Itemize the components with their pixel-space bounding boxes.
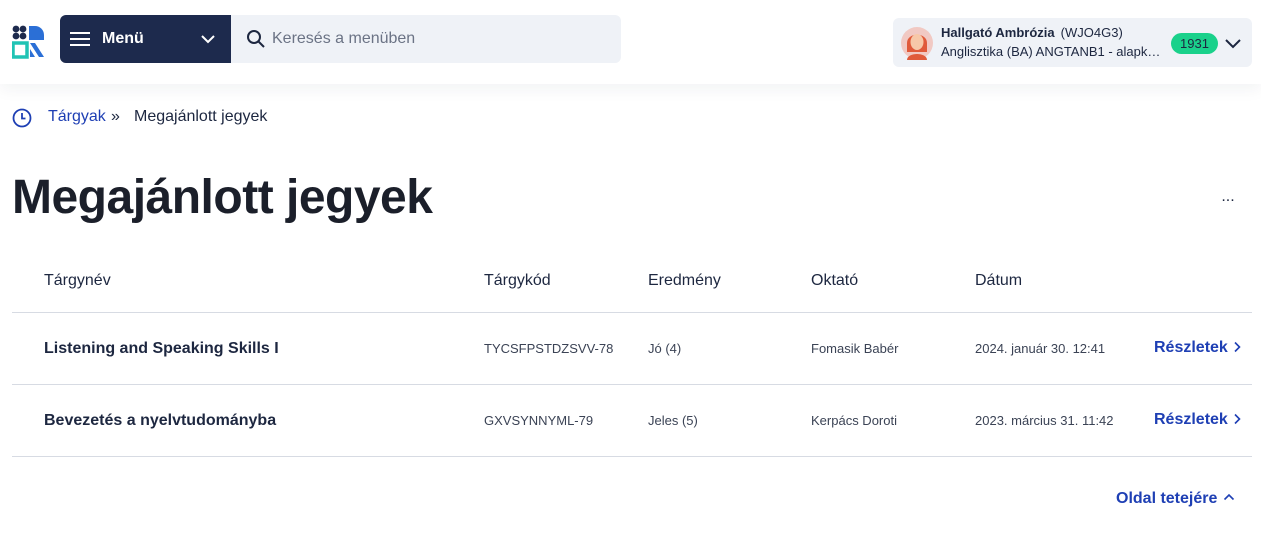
breadcrumb-current: Megajánlott jegyek — [134, 108, 268, 125]
column-header-instructor[interactable]: Oktató — [811, 272, 858, 290]
clock-icon — [12, 108, 32, 128]
user-name-line: Hallgató Ambrózia (WJO4G3) — [941, 25, 1123, 40]
university-logo[interactable] — [12, 25, 46, 59]
chevron-up-icon — [1224, 494, 1235, 501]
instructor: Kerpács Doroti — [811, 413, 897, 428]
column-header-date[interactable]: Dátum — [975, 272, 1022, 290]
details-label: Részletek — [1154, 411, 1228, 428]
instructor: Fomasik Babér — [811, 341, 899, 356]
hamburger-icon — [70, 32, 90, 46]
more-options-button[interactable]: ... — [1218, 188, 1238, 205]
subject-name: Bevezetés a nyelvtudományba — [44, 412, 277, 429]
result: Jó (4) — [648, 341, 682, 356]
offered-grades-table: Tárgynév Tárgykód Eredmény Oktató Dátum … — [12, 252, 1252, 457]
table-row: Bevezetés a nyelvtudományba GXVSYNNYML-7… — [12, 385, 1252, 457]
chevron-down-icon — [201, 35, 215, 44]
user-code: (WJO4G3) — [1060, 25, 1123, 40]
menu-label: Menü — [102, 30, 144, 47]
details-link[interactable]: Részletek — [1154, 411, 1242, 429]
page-title: Megajánlott jegyek — [12, 171, 433, 224]
back-to-top-link[interactable]: Oldal tetejére — [1116, 490, 1235, 508]
menu-button[interactable]: Menü — [60, 15, 231, 63]
search-icon — [247, 30, 265, 48]
date: 2024. január 30. 12:41 — [975, 341, 1106, 356]
user-name: Hallgató Ambrózia — [941, 25, 1055, 40]
column-header-subject-code[interactable]: Tárgykód — [484, 272, 551, 290]
chevron-down-icon[interactable] — [1224, 35, 1242, 51]
user-profile-card[interactable]: Hallgató Ambrózia (WJO4G3) Anglisztika (B… — [893, 18, 1252, 67]
menu-search-group: Menü — [60, 15, 621, 63]
details-label: Részletek — [1154, 339, 1228, 356]
back-to-top-label: Oldal tetejére — [1116, 490, 1218, 507]
chevron-right-icon — [1234, 341, 1241, 352]
column-header-subject-name[interactable]: Tárgynév — [44, 272, 111, 290]
column-header-result[interactable]: Eredmény — [648, 272, 721, 290]
menu-search-input[interactable] — [272, 23, 602, 55]
top-bar: Menü Hallgató Ambrózia (WJO4G3) Angliszti… — [0, 0, 1261, 84]
table-row: Listening and Speaking Skills I TYCSFPST… — [12, 313, 1252, 385]
breadcrumb-separator: » — [111, 108, 120, 125]
breadcrumb-link-targyak[interactable]: Tárgyak — [48, 108, 106, 126]
date: 2023. március 31. 11:42 — [975, 413, 1114, 428]
table-header: Tárgynév Tárgykód Eredmény Oktató Dátum — [12, 252, 1252, 313]
subject-code: TYCSFPSTDZSVV-78 — [484, 341, 614, 356]
chevron-right-icon — [1234, 413, 1241, 424]
result: Jeles (5) — [648, 413, 698, 428]
subject-code: GXVSYNNYML-79 — [484, 413, 594, 428]
details-link[interactable]: Részletek — [1154, 339, 1242, 357]
subject-name: Listening and Speaking Skills I — [44, 340, 279, 357]
status-badge: 1931 — [1171, 33, 1218, 54]
user-program: Anglisztika (BA) ANGTANB1 - alapképzés — [941, 44, 1167, 59]
avatar — [901, 27, 933, 60]
